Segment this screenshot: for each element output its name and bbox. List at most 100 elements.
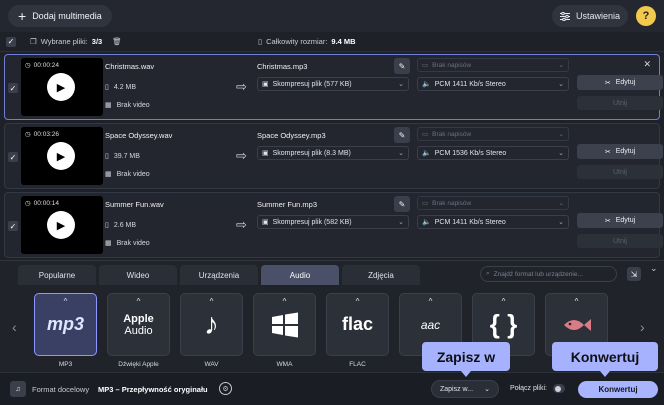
format-wma[interactable]: ^ WMA xyxy=(253,293,316,369)
speech-bubble-icon: ▭ xyxy=(422,62,429,69)
fish-icon xyxy=(563,318,591,331)
settings-button[interactable]: Ustawienia xyxy=(551,5,628,27)
output-filename[interactable]: Christmas.mp3 xyxy=(257,62,307,71)
audio-value: PCM 1536 Kb/s Stereo xyxy=(434,149,507,157)
source-video: ▦ Brak video xyxy=(105,170,150,179)
play-icon[interactable]: ▶ xyxy=(47,73,75,101)
file-thumbnail: ◷ 00:00:14 ▶ xyxy=(21,196,103,254)
file-thumbnail: ◷ 00:03:26 ▶ xyxy=(21,127,103,185)
format-apple-audio[interactable]: ^ Apple Audio Dźwięki Apple xyxy=(107,293,170,369)
merge-files-label: Połącz pliki: xyxy=(510,385,547,392)
compress-dropdown[interactable]: ▣ Skompresuj plik (582 KB) ⌄ xyxy=(257,215,409,229)
trim-button[interactable]: Utnij xyxy=(577,96,663,110)
chevron-up-icon[interactable]: ^ xyxy=(546,297,607,306)
edit-button[interactable]: ✂ Edytuj xyxy=(577,213,663,228)
speaker-icon: 🔈 xyxy=(422,81,431,88)
subtitles-dropdown[interactable]: ▭ Brak napisów ⌄ xyxy=(417,58,569,72)
clock-icon: ◷ xyxy=(25,200,31,207)
subtitles-dropdown[interactable]: ▭ Brak napisów ⌄ xyxy=(417,127,569,141)
rename-pencil-icon[interactable]: ✎ xyxy=(394,196,410,212)
play-icon[interactable]: ▶ xyxy=(47,142,75,170)
speaker-icon: 🔈 xyxy=(422,150,431,157)
source-video: ▦ Brak video xyxy=(105,101,150,110)
trash-icon[interactable]: 🗑 xyxy=(112,37,122,46)
audio-track-dropdown[interactable]: 🔈 PCM 1411 Kb/s Stereo ⌄ xyxy=(417,77,569,91)
tab-video[interactable]: Wideo xyxy=(99,265,177,285)
sliders-icon xyxy=(559,11,570,21)
edit-button[interactable]: ✂ Edytuj xyxy=(577,75,663,90)
settings-label: Ustawienia xyxy=(575,11,620,21)
scroll-left-icon[interactable]: ‹ xyxy=(12,319,17,335)
format-search-input[interactable]: ⌕ Znajdź format lub urządzenie... xyxy=(480,266,617,282)
source-size: ▯ 2.6 MB xyxy=(105,221,136,230)
select-all-checkbox[interactable]: ✓ xyxy=(6,36,16,47)
bottom-bar: ♫ Format docelowy MP3 – Przepływność ory… xyxy=(0,372,664,405)
aac-logo-icon: aac xyxy=(420,317,441,332)
total-size: ▯ Całkowity rozmiar: 9.4 MB xyxy=(258,37,356,46)
subtitles-dropdown[interactable]: ▭ Brak napisów ⌄ xyxy=(417,196,569,210)
source-video-value: Brak video xyxy=(116,170,150,178)
add-media-button[interactable]: + Dodaj multimedia xyxy=(8,5,112,27)
file-row[interactable]: ✓ ◷ 00:03:26 ▶ Space Odyssey.wav ▯ 39.7 MB… xyxy=(4,123,663,189)
film-icon: ▦ xyxy=(105,171,112,178)
apple-logo-line2: Audio xyxy=(124,324,153,337)
audio-track-dropdown[interactable]: 🔈 PCM 1536 Kb/s Stereo ⌄ xyxy=(417,146,569,160)
scroll-right-icon[interactable]: › xyxy=(640,319,645,335)
subtitles-value: Brak napisów xyxy=(432,199,472,207)
rename-pencil-icon[interactable]: ✎ xyxy=(394,58,410,74)
tab-audio[interactable]: Audio xyxy=(261,265,339,285)
chevron-up-icon[interactable]: ^ xyxy=(327,297,388,306)
save-location-label: Zapisz w... xyxy=(440,385,474,393)
file-row[interactable]: ✓ ◷ 00:00:14 ▶ Summer Fun.wav ▯ 2.6 MB ▦ Br… xyxy=(4,192,663,258)
chevron-up-icon[interactable]: ^ xyxy=(473,297,534,306)
output-format-value[interactable]: MP3 – Przepływność oryginału xyxy=(98,385,208,394)
trim-button[interactable]: Utnij xyxy=(577,165,663,179)
chevron-up-icon[interactable]: ^ xyxy=(108,297,169,306)
chevron-up-icon[interactable]: ^ xyxy=(181,297,242,306)
edit-button[interactable]: ✂ Edytuj xyxy=(577,144,663,159)
film-icon: ▦ xyxy=(105,102,112,109)
flac-logo-icon: flac xyxy=(341,314,374,334)
play-icon[interactable]: ▶ xyxy=(47,211,75,239)
braces-icon: { } xyxy=(489,309,518,339)
file-icon: ▯ xyxy=(105,222,109,229)
chevron-up-icon[interactable]: ^ xyxy=(400,297,461,306)
audio-track-dropdown[interactable]: 🔈 PCM 1411 Kb/s Stereo ⌄ xyxy=(417,215,569,229)
file-row[interactable]: ✓ ◷ 00:00:24 ▶ Christmas.wav ▯ 4.2 MB ▦ Bra… xyxy=(4,54,663,120)
compress-value: Skompresuj plik (582 KB) xyxy=(272,218,352,226)
file-checkbox[interactable]: ✓ xyxy=(8,221,18,231)
chevron-up-icon[interactable]: ^ xyxy=(35,297,96,306)
output-filename[interactable]: Space Odyssey.mp3 xyxy=(257,131,326,140)
tab-popular[interactable]: Popularne xyxy=(18,265,96,285)
file-checkbox[interactable]: ✓ xyxy=(8,152,18,162)
tab-images[interactable]: Zdjęcia xyxy=(342,265,420,285)
tab-devices[interactable]: Urządzenia xyxy=(180,265,258,285)
compress-dropdown[interactable]: ▣ Skompresuj plik (8.3 MB) ⌄ xyxy=(257,146,409,160)
save-location-dropdown[interactable]: Zapisz w... ⌄ xyxy=(431,380,499,398)
scissors-icon: ✂ xyxy=(604,79,611,87)
chevron-up-icon[interactable]: ^ xyxy=(254,297,315,306)
chevron-down-icon: ⌄ xyxy=(398,81,404,88)
remove-file-icon[interactable]: ✕ xyxy=(643,59,651,70)
rename-pencil-icon[interactable]: ✎ xyxy=(394,127,410,143)
convert-arrow-icon: ⇨ xyxy=(236,148,247,163)
convert-button[interactable]: Konwertuj xyxy=(578,381,658,398)
import-format-icon[interactable]: ⇲ xyxy=(627,267,641,281)
file-checkbox[interactable]: ✓ xyxy=(8,83,18,93)
format-list: ^ mp3 MP3 ^ Apple Audio Dźwięki Apple ^ ♪ WA… xyxy=(34,293,608,369)
source-size: ▯ 4.2 MB xyxy=(105,83,136,92)
convert-arrow-icon: ⇨ xyxy=(236,217,247,232)
help-button[interactable]: ? xyxy=(636,6,656,26)
format-flac[interactable]: ^ flac FLAC xyxy=(326,293,389,369)
collapse-panel-icon[interactable]: ⌄ xyxy=(650,263,658,274)
gear-icon[interactable]: ⚙ xyxy=(219,382,232,395)
output-filename[interactable]: Summer Fun.mp3 xyxy=(257,200,317,209)
format-wav[interactable]: ^ ♪ WAV xyxy=(180,293,243,369)
trim-button[interactable]: Utnij xyxy=(577,234,663,248)
format-mp3[interactable]: ^ mp3 MP3 xyxy=(34,293,97,369)
speaker-icon: 🔈 xyxy=(422,219,431,226)
merge-files-toggle[interactable] xyxy=(553,384,565,393)
file-icon: ▯ xyxy=(105,84,109,91)
compress-dropdown[interactable]: ▣ Skompresuj plik (577 KB) ⌄ xyxy=(257,77,409,91)
scissors-icon: ✂ xyxy=(604,148,611,156)
